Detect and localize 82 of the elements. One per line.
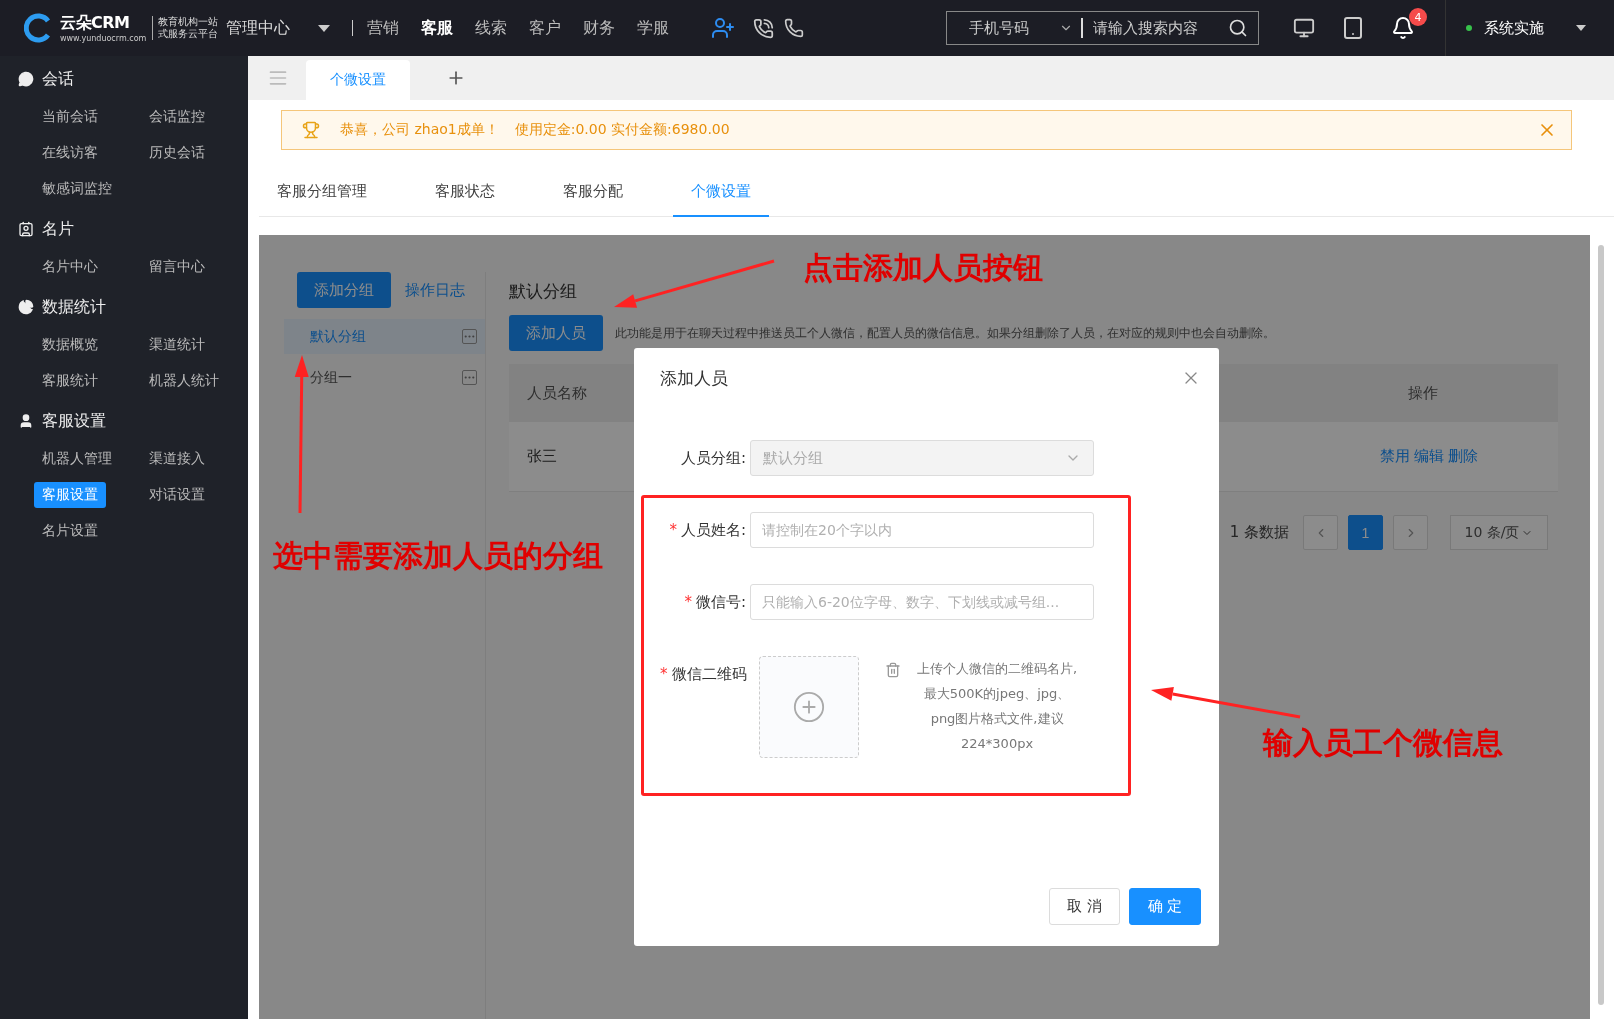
upload-hint: 上传个人微信的二维码名片, [917,660,1078,678]
sidebar-item[interactable]: 对话设置 [141,482,213,508]
phone-icon[interactable] [753,17,774,39]
search-input[interactable]: 请输入搜索内容 [1081,18,1221,38]
dialog-title: 添加人员 [660,366,728,390]
user-name[interactable]: 系统实施 [1484,18,1564,38]
annotation-text: 选中需要添加人员的分组 [273,537,603,575]
sidebar-section-title: 客服设置 [42,410,106,432]
module-menu[interactable]: 管理中心 [226,17,290,39]
search-type-select[interactable]: 手机号码 [969,18,1059,38]
monitor-icon[interactable] [1293,17,1315,39]
sidebar-section-title: 会话 [42,68,74,90]
scrollbar[interactable] [1598,245,1604,1005]
sidebar-item[interactable]: 历史会话 [141,140,213,166]
annotation-text: 输入员工个微信息 [1263,724,1503,762]
logo-url: www.yunduocrm.com [60,34,147,43]
logo-tagline: 教育机构一站 [158,16,219,28]
input-field[interactable]: 只能输入6-20位字母、数字、下划线或减号组... [750,584,1094,620]
nav-item[interactable]: 营销 [367,17,399,39]
sidebar-item[interactable]: 客服统计 [34,368,106,394]
sub-tab[interactable]: 客服分配 [545,167,641,217]
bell-icon[interactable] [1391,16,1415,40]
feature-note: 此功能是用于在聊天过程中推送员工个人微信，配置人员的微信信息。如果分组删除了人员，在对应的规则中也会自动删除。 [615,324,1275,342]
sidebar-item[interactable]: 当前会话 [34,104,106,130]
member-name: 张三 [527,447,557,466]
sidebar-section-title: 名片 [42,218,74,240]
field-label: 人员分组: [679,448,747,469]
sidebar-item[interactable]: 在线访客 [34,140,106,166]
group-title: 默认分组 [509,280,578,303]
nav-item[interactable]: 财务 [583,17,615,39]
sidebar-item[interactable]: 名片设置 [34,518,106,544]
section-icon [18,413,34,429]
logo-tagline: 式服务云平台 [158,28,219,40]
caret-icon[interactable] [1576,25,1586,31]
section-icon [18,71,34,87]
notification-badge: 4 [1409,8,1427,26]
sidebar-item[interactable]: 机器人管理 [34,446,120,472]
group-name: 默认分组 [310,327,366,346]
annotation-text: 点击添加人员按钮 [803,249,1043,287]
phone-list-icon[interactable] [784,18,804,38]
trophy-icon [302,121,320,139]
field-label: * 人员姓名: [668,520,747,541]
nav-item[interactable]: 客户 [529,17,561,39]
search-icon[interactable] [1228,18,1248,38]
page-size-select[interactable]: 10 条/页 [1450,515,1548,550]
caret-icon[interactable] [318,24,330,32]
sidebar-item[interactable]: 渠道统计 [141,332,213,358]
upload-hint: 最大500K的jpeg、jpg、 [923,685,1071,703]
sidebar-item[interactable]: 数据概览 [34,332,106,358]
tablet-icon[interactable] [1341,16,1365,40]
field-label: * 微信号: [683,592,747,613]
delete-icon[interactable] [885,662,901,678]
section-icon [18,221,34,237]
group-item[interactable]: 分组一 [284,360,485,395]
sidebar-item[interactable]: 名片中心 [34,254,106,280]
upload-hint: png图片格式文件,建议 [930,710,1064,728]
nav-item[interactable]: 学服 [637,17,669,39]
total-count: 1 条数据 [1229,523,1289,542]
alert-detail: 使用定金:0.00 实付金额:6980.00 [514,121,730,139]
sidebar-item[interactable]: 敏感词监控 [34,176,120,202]
sidebar-item[interactable]: 会话监控 [141,104,213,130]
column-header: 操作 [1408,383,1438,403]
online-status-dot [1466,25,1472,31]
upload-hint: 224*300px [961,735,1034,753]
sub-tab[interactable]: 客服分组管理 [259,167,385,217]
sidebar-section-title: 数据统计 [42,296,106,318]
search-field[interactable]: 手机号码 请输入搜索内容 [946,11,1259,45]
nav-item[interactable]: 线索 [475,17,507,39]
sidebar-item[interactable]: 机器人统计 [141,368,227,394]
sidebar-item[interactable]: 渠道接入 [141,446,213,472]
sub-tab[interactable]: 客服状态 [417,167,513,217]
column-header: 人员名称 [527,383,587,403]
field-label: * 微信二维码 [660,664,748,685]
logo-name: 云朵CRM [60,13,131,34]
nav-item[interactable]: 客服 [421,17,453,39]
alert-message: 恭喜，公司 zhao1成单！ [340,121,499,139]
section-icon [18,299,34,315]
cancel-button[interactable]: 取 消 [1049,888,1120,925]
user-plus-icon[interactable] [711,16,735,40]
group-name: 分组一 [310,368,352,387]
input-field[interactable]: 请控制在20个字以内 [750,512,1094,548]
sidebar-item[interactable]: 留言中心 [141,254,213,280]
